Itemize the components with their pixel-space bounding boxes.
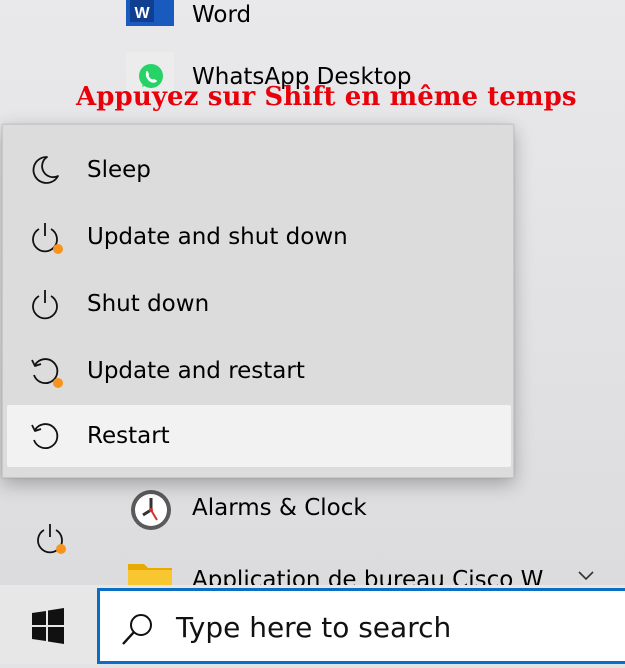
search-icon — [122, 614, 152, 645]
app-label: Alarms & Clock — [192, 495, 367, 521]
power-icon — [32, 290, 58, 320]
app-item-alarms-clock[interactable]: Alarms & Clock — [126, 482, 367, 534]
menu-item-shut-down[interactable]: Shut down — [7, 273, 511, 335]
menu-item-label: Shut down — [87, 291, 210, 317]
app-label: Word — [192, 2, 252, 28]
chevron-down-icon[interactable] — [576, 568, 596, 582]
menu-item-update-restart[interactable]: Update and restart — [7, 340, 511, 402]
menu-item-label: Restart — [87, 423, 170, 449]
moon-icon — [32, 156, 59, 184]
word-icon: W — [126, 0, 174, 26]
search-input[interactable]: Type here to search — [176, 611, 451, 644]
menu-item-label: Update and restart — [87, 358, 305, 384]
power-button-icon[interactable] — [34, 522, 66, 554]
annotation-text: Appuyez sur Shift en même temps — [76, 82, 577, 112]
windows-logo-icon — [32, 608, 64, 644]
menu-item-restart[interactable]: Restart — [7, 405, 511, 467]
restart-icon — [31, 423, 59, 449]
app-item-word[interactable]: W Word — [126, 0, 251, 28]
menu-item-sleep[interactable]: Sleep — [7, 139, 511, 201]
svg-text:W: W — [134, 5, 150, 22]
power-menu: Sleep Update and shut down Shut down Upd… — [2, 124, 514, 478]
menu-item-label: Sleep — [87, 157, 151, 183]
search-box[interactable]: Type here to search — [97, 588, 625, 664]
update-badge-icon — [53, 244, 63, 254]
alarm-clock-icon — [126, 484, 174, 532]
menu-item-label: Update and shut down — [87, 224, 348, 250]
menu-item-update-shut-down[interactable]: Update and shut down — [7, 206, 511, 268]
start-button[interactable] — [0, 585, 96, 664]
update-badge-icon — [53, 378, 63, 388]
